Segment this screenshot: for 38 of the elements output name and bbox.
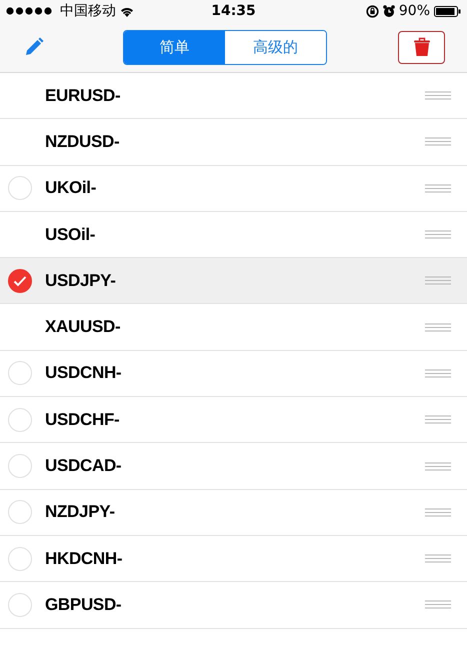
- drag-handle-icon[interactable]: [425, 554, 451, 564]
- drag-handle-icon[interactable]: [425, 184, 451, 193]
- symbol-name: USOil-: [45, 224, 96, 245]
- alarm-icon: [382, 4, 395, 18]
- symbol-name: USDCHF-: [45, 410, 120, 430]
- drag-handle-icon[interactable]: [425, 322, 451, 332]
- select-checkbox[interactable]: [8, 268, 32, 293]
- drag-handle-icon[interactable]: [425, 508, 451, 517]
- drag-handle-icon[interactable]: [425, 415, 451, 424]
- drag-handle-icon[interactable]: [425, 276, 451, 286]
- drag-handle-icon[interactable]: [425, 230, 451, 240]
- drag-handle-icon[interactable]: [425, 462, 451, 471]
- segment-tab[interactable]: 高级的: [225, 30, 326, 64]
- drag-handle-icon[interactable]: [425, 137, 451, 146]
- checkmark-icon: [13, 274, 27, 287]
- wifi-icon: [120, 6, 134, 16]
- symbol-name: NZDUSD-: [45, 132, 120, 152]
- symbol-name: XAUUSD-: [45, 317, 122, 338]
- drag-handle-icon[interactable]: [425, 91, 451, 100]
- symbol-name: EURUSD-: [45, 86, 122, 106]
- drag-handle-icon[interactable]: [425, 600, 451, 610]
- battery-icon: [434, 6, 462, 16]
- edit-icon[interactable]: [24, 37, 44, 57]
- symbol-name: GBPUSD-: [45, 594, 122, 615]
- symbol-name: USDCNH-: [45, 363, 122, 384]
- symbol-name: USDCAD-: [45, 456, 122, 476]
- drag-handle-icon[interactable]: [425, 368, 451, 378]
- carrier-name: 中国移动: [60, 2, 116, 20]
- symbol-name: NZDJPY-: [45, 502, 116, 522]
- battery-percent: 90%: [398, 3, 430, 19]
- rotation-lock-icon: [366, 4, 379, 18]
- delete-button[interactable]: [398, 30, 445, 64]
- symbol-name: USDJPY-: [45, 270, 117, 291]
- clock-time: 14:35: [211, 3, 256, 19]
- segment-tab[interactable]: 简单: [124, 30, 225, 64]
- trash-icon: [414, 37, 430, 57]
- symbol-name: UKOil-: [45, 178, 98, 198]
- symbol-name: HKDCNH-: [45, 548, 124, 569]
